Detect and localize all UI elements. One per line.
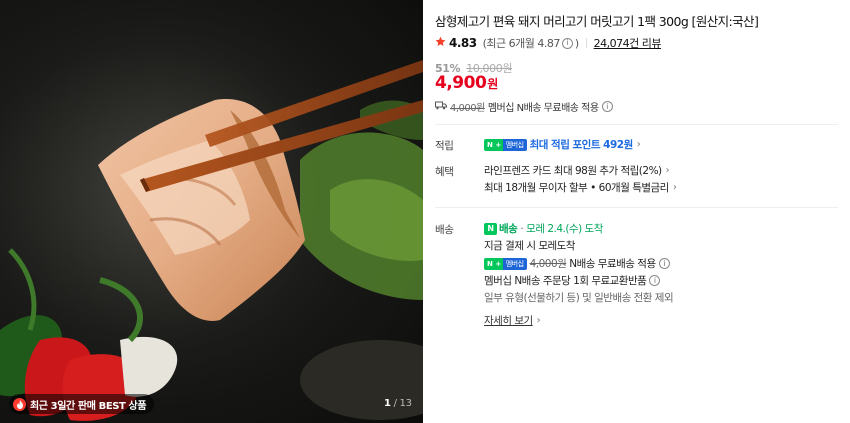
divider <box>435 124 838 125</box>
exclusion-row: 일부 유형(선물하기 등) 및 일반배송 전환 제외 <box>484 290 674 305</box>
sale-price-value: 4,900 <box>435 73 487 93</box>
card-benefit-text: 라인프렌즈 카드 최대 98원 추가 적립(2%) <box>484 165 662 177</box>
delivery-strike-price: 4,000원 <box>529 258 567 270</box>
chevron-right-icon: › <box>536 315 541 326</box>
image-counter-total: 13 <box>399 398 412 409</box>
sale-price: 4,900원 <box>435 73 498 93</box>
membership-strike-price: 4,000원 <box>450 103 485 114</box>
separator-dot: · <box>520 222 524 235</box>
naver-delivery-text: 배송 <box>499 223 518 235</box>
divider <box>585 38 587 48</box>
benefit-installment-row[interactable]: 최대 18개월 무이자 할부 • 60개월 특별금리 › <box>484 180 677 195</box>
product-title: 삼형제고기 편육 돼지 머리고기 머릿고기 1팩 300g [원산지:국산] <box>435 14 759 29</box>
image-counter: 1 / 13 <box>384 398 412 409</box>
more-details-link[interactable]: 자세히 보기 <box>484 313 533 328</box>
delivery-arrival-row: N 배송 · 모레 2.4.(수) 도착 <box>484 221 603 236</box>
recent-rating-close: ) <box>574 36 579 50</box>
chevron-right-icon: › <box>636 139 641 150</box>
rating-score: 4.83 <box>449 36 477 50</box>
chevron-right-icon: › <box>672 182 677 193</box>
installment-text: 최대 18개월 무이자 할부 • 60개월 특별금리 <box>484 182 669 194</box>
naver-plus-membership-badge: N + 멤버십 <box>484 257 527 270</box>
best-seller-badge: 최근 3일간 판매 BEST 상품 <box>9 394 155 414</box>
product-photo <box>0 0 423 423</box>
membership-label: 멤버십 <box>502 257 527 270</box>
truck-icon <box>435 101 447 113</box>
review-count-link[interactable]: 24,074건 리뷰 <box>594 35 662 51</box>
naver-n-icon: N <box>484 257 496 270</box>
free-shipping-text: N배송 무료배송 적용 <box>569 258 656 270</box>
info-icon[interactable]: i <box>561 37 573 49</box>
info-icon[interactable]: i <box>601 101 613 112</box>
delivery-more-row[interactable]: 자세히 보기 › <box>484 313 541 328</box>
naver-n-icon: N <box>484 222 497 235</box>
image-counter-separator: / <box>393 398 397 409</box>
exclusion-text: 일부 유형(선물하기 등) 및 일반배송 전환 제외 <box>484 292 674 304</box>
order-note-row: 지금 결제 시 모레도착 <box>484 238 575 253</box>
product-image-gallery[interactable]: 최근 3일간 판매 BEST 상품 1 / 13 <box>0 0 423 423</box>
naver-n-icon: N <box>484 138 496 151</box>
arrival-date: 모레 2.4.(수) 도착 <box>526 223 603 235</box>
membership-shipping-row: 4,000원 멤버십 N배송 무료배송 적용 i <box>435 99 613 114</box>
best-seller-label: 최근 3일간 판매 BEST 상품 <box>30 400 147 412</box>
recent-rating[interactable]: (최근 6개월 4.87 i ) <box>482 35 580 51</box>
info-icon[interactable]: i <box>658 258 670 269</box>
plus-icon: + <box>495 138 503 151</box>
order-note-text: 지금 결제 시 모레도착 <box>484 240 575 252</box>
points-row[interactable]: N + 멤버십 최대 적립 포인트 492원 › <box>484 137 641 152</box>
naver-delivery-logo: N 배송 <box>484 221 518 236</box>
benefit-label: 혜택 <box>435 166 454 178</box>
membership-shipping-text: 멤버십 N배송 무료배송 적용 <box>487 103 599 114</box>
max-points-text: 최대 적립 포인트 492원 <box>529 139 634 151</box>
naver-plus-membership-badge: N + 멤버십 <box>484 138 527 151</box>
recent-rating-text: (최근 6개월 4.87 <box>482 37 561 50</box>
sale-price-unit: 원 <box>487 77 499 91</box>
points-label: 적립 <box>435 140 454 152</box>
product-info-panel: 삼형제고기 편육 돼지 머리고기 머릿고기 1팩 300g [원산지:국산] 4… <box>435 0 840 423</box>
delivery-label: 배송 <box>435 224 454 236</box>
chevron-right-icon: › <box>665 165 670 176</box>
image-counter-current: 1 <box>384 398 391 409</box>
info-icon[interactable]: i <box>649 275 661 286</box>
membership-label: 멤버십 <box>502 138 527 151</box>
fire-icon <box>13 397 26 411</box>
benefit-card-row[interactable]: 라인프렌즈 카드 최대 98원 추가 적립(2%) › <box>484 163 670 178</box>
divider <box>435 207 838 208</box>
star-icon <box>435 36 446 50</box>
free-return-text: 멤버십 N배송 주문당 1회 무료교환반품 <box>484 275 647 287</box>
free-return-row: 멤버십 N배송 주문당 1회 무료교환반품 i <box>484 273 661 288</box>
plus-icon: + <box>495 257 503 270</box>
free-shipping-row: N + 멤버십 4,000원 N배송 무료배송 적용 i <box>484 256 670 271</box>
rating-row: 4.83 (최근 6개월 4.87 i ) 24,074건 리뷰 <box>435 35 662 51</box>
